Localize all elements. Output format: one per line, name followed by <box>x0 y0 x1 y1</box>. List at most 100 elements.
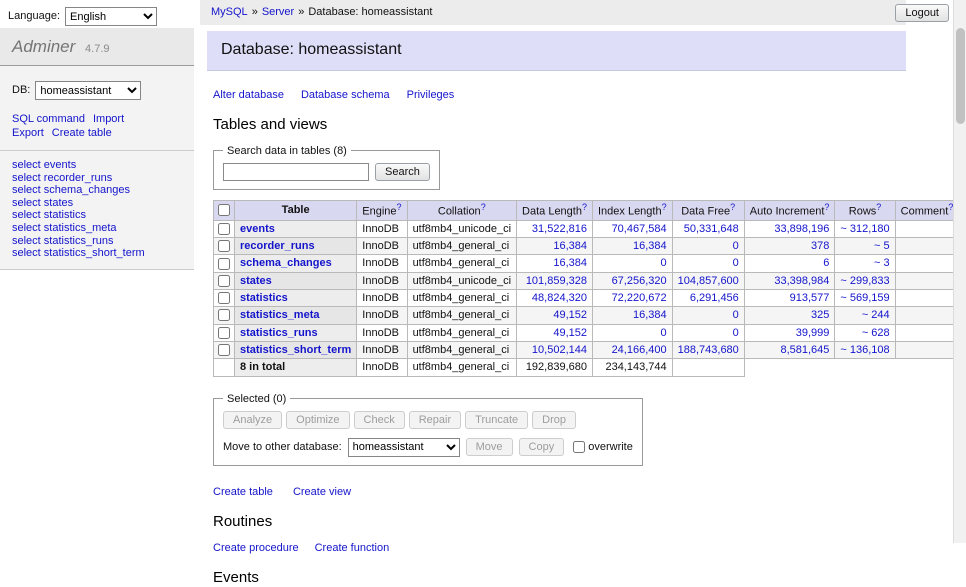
table-link-statistics-runs[interactable]: statistics_runs <box>240 327 318 339</box>
cell-data-free-link[interactable]: 0 <box>733 327 739 339</box>
breadcrumb-link-mysql[interactable]: MySQL <box>211 5 248 19</box>
table-link-statistics-meta[interactable]: statistics_meta <box>240 309 320 321</box>
cell-index-length-link[interactable]: 16,384 <box>633 309 667 321</box>
table-link-states[interactable]: states <box>240 275 272 287</box>
cell-data-free-link[interactable]: 188,743,680 <box>678 344 739 356</box>
table-link-schema-changes[interactable]: schema_changes <box>240 257 332 269</box>
help-engine-icon[interactable]: ? <box>397 202 402 212</box>
cell-data-length-link[interactable]: 101,859,328 <box>526 275 587 287</box>
sidebar-select-statistics[interactable]: select statistics <box>12 209 86 222</box>
sidebar-select-statistics-runs[interactable]: select statistics_runs <box>12 235 113 248</box>
cell-data-length-link[interactable]: 31,522,816 <box>532 223 587 235</box>
copy-button[interactable]: Copy <box>519 438 565 456</box>
repair-button[interactable]: Repair <box>409 411 461 429</box>
cell-data-length-link[interactable]: 10,502,144 <box>532 344 587 356</box>
cell-auto-increment-link[interactable]: 325 <box>811 309 829 321</box>
row-checkbox-schema-changes[interactable] <box>218 258 230 270</box>
cell-rows-link[interactable]: ~ 3 <box>874 257 890 269</box>
drop-button[interactable]: Drop <box>532 411 576 429</box>
cell-rows-link[interactable]: ~ 299,833 <box>840 275 889 287</box>
sidebar-action-import[interactable]: Import <box>93 113 124 125</box>
help-collation-icon[interactable]: ? <box>481 202 486 212</box>
app-name-link[interactable]: Adminer <box>12 37 75 56</box>
cell-data-length-link[interactable]: 49,152 <box>553 309 587 321</box>
cell-index-length-link[interactable]: 24,166,400 <box>612 344 667 356</box>
cell-data-free-link[interactable]: 50,331,648 <box>684 223 739 235</box>
cell-data-free-link[interactable]: 6,291,456 <box>690 292 739 304</box>
cell-auto-increment-link[interactable]: 33,398,984 <box>774 275 829 287</box>
move-db-select[interactable]: homeassistant <box>348 438 460 457</box>
scrollbar-thumb[interactable] <box>956 28 965 124</box>
table-link-statistics-short-term[interactable]: statistics_short_term <box>240 344 351 356</box>
truncate-button[interactable]: Truncate <box>465 411 528 429</box>
sidebar-select-states[interactable]: select states <box>12 197 73 210</box>
cell-index-length-link[interactable]: 70,467,584 <box>612 223 667 235</box>
nav-database-schema[interactable]: Database schema <box>301 89 390 101</box>
cell-data-free-link[interactable]: 0 <box>733 257 739 269</box>
cell-data-length-link[interactable]: 16,384 <box>553 240 587 252</box>
check-button[interactable]: Check <box>354 411 405 429</box>
cell-auto-increment-link[interactable]: 39,999 <box>796 327 830 339</box>
sidebar-action-sql-command[interactable]: SQL command <box>12 113 85 125</box>
move-button[interactable]: Move <box>466 438 513 456</box>
routine-create-function[interactable]: Create function <box>315 542 390 554</box>
cell-auto-increment-link[interactable]: 913,577 <box>790 292 830 304</box>
row-checkbox-statistics-meta[interactable] <box>218 309 230 321</box>
table-link-statistics[interactable]: statistics <box>240 292 288 304</box>
cell-index-length-link[interactable]: 16,384 <box>633 240 667 252</box>
create-create-view[interactable]: Create view <box>293 486 351 498</box>
cell-data-free-link[interactable]: 0 <box>733 240 739 252</box>
row-checkbox-statistics-short-term[interactable] <box>218 344 230 356</box>
cell-auto-increment-link[interactable]: 8,581,645 <box>780 344 829 356</box>
help-auto-increment-icon[interactable]: ? <box>824 202 829 212</box>
cell-index-length-link[interactable]: 67,256,320 <box>612 275 667 287</box>
row-checkbox-events[interactable] <box>218 223 230 235</box>
nav-privileges[interactable]: Privileges <box>407 89 455 101</box>
cell-auto-increment-link[interactable]: 33,898,196 <box>774 223 829 235</box>
search-button[interactable]: Search <box>375 163 430 181</box>
create-create-table[interactable]: Create table <box>213 486 273 498</box>
search-input[interactable] <box>223 163 369 181</box>
sidebar-select-recorder-runs[interactable]: select recorder_runs <box>12 172 112 185</box>
sidebar-select-statistics-meta[interactable]: select statistics_meta <box>12 222 117 235</box>
row-checkbox-statistics-runs[interactable] <box>218 327 230 339</box>
cell-data-length-link[interactable]: 49,152 <box>553 327 587 339</box>
cell-rows-link[interactable]: ~ 5 <box>874 240 890 252</box>
help-index-length-icon[interactable]: ? <box>662 202 667 212</box>
cell-index-length-link[interactable]: 0 <box>661 327 667 339</box>
analyze-button[interactable]: Analyze <box>223 411 282 429</box>
cell-rows-link[interactable]: ~ 569,159 <box>840 292 889 304</box>
sidebar-select-events[interactable]: select events <box>12 159 76 172</box>
cell-rows-link[interactable]: ~ 244 <box>862 309 890 321</box>
cell-rows-link[interactable]: ~ 312,180 <box>840 223 889 235</box>
overwrite-checkbox[interactable] <box>573 441 585 453</box>
sidebar-action-export[interactable]: Export <box>12 127 44 139</box>
cell-auto-increment-link[interactable]: 378 <box>811 240 829 252</box>
row-checkbox-states[interactable] <box>218 275 230 287</box>
table-link-events[interactable]: events <box>240 223 275 235</box>
sidebar-select-statistics-short-term[interactable]: select statistics_short_term <box>12 247 145 260</box>
cell-data-free-link[interactable]: 104,857,600 <box>678 275 739 287</box>
optimize-button[interactable]: Optimize <box>286 411 349 429</box>
cell-index-length-link[interactable]: 72,220,672 <box>612 292 667 304</box>
help-rows-icon[interactable]: ? <box>876 202 881 212</box>
table-link-recorder-runs[interactable]: recorder_runs <box>240 240 315 252</box>
row-checkbox-statistics[interactable] <box>218 292 230 304</box>
row-checkbox-recorder-runs[interactable] <box>218 240 230 252</box>
cell-data-length-link[interactable]: 16,384 <box>553 257 587 269</box>
db-select[interactable]: homeassistant <box>35 81 141 100</box>
help-data-length-icon[interactable]: ? <box>582 202 587 212</box>
cell-data-length-link[interactable]: 48,824,320 <box>532 292 587 304</box>
logout-button[interactable]: Logout <box>895 4 949 22</box>
breadcrumb-link-server[interactable]: Server <box>262 5 294 19</box>
language-select[interactable]: English <box>65 7 157 26</box>
sidebar-select-schema-changes[interactable]: select schema_changes <box>12 184 130 197</box>
select-all-checkbox[interactable] <box>218 204 230 216</box>
cell-rows-link[interactable]: ~ 628 <box>862 327 890 339</box>
cell-rows-link[interactable]: ~ 136,108 <box>840 344 889 356</box>
nav-alter-database[interactable]: Alter database <box>213 89 284 101</box>
cell-data-free-link[interactable]: 0 <box>733 309 739 321</box>
sidebar-action-create-table[interactable]: Create table <box>52 127 112 139</box>
help-data-free-icon[interactable]: ? <box>730 202 735 212</box>
cell-auto-increment-link[interactable]: 6 <box>823 257 829 269</box>
